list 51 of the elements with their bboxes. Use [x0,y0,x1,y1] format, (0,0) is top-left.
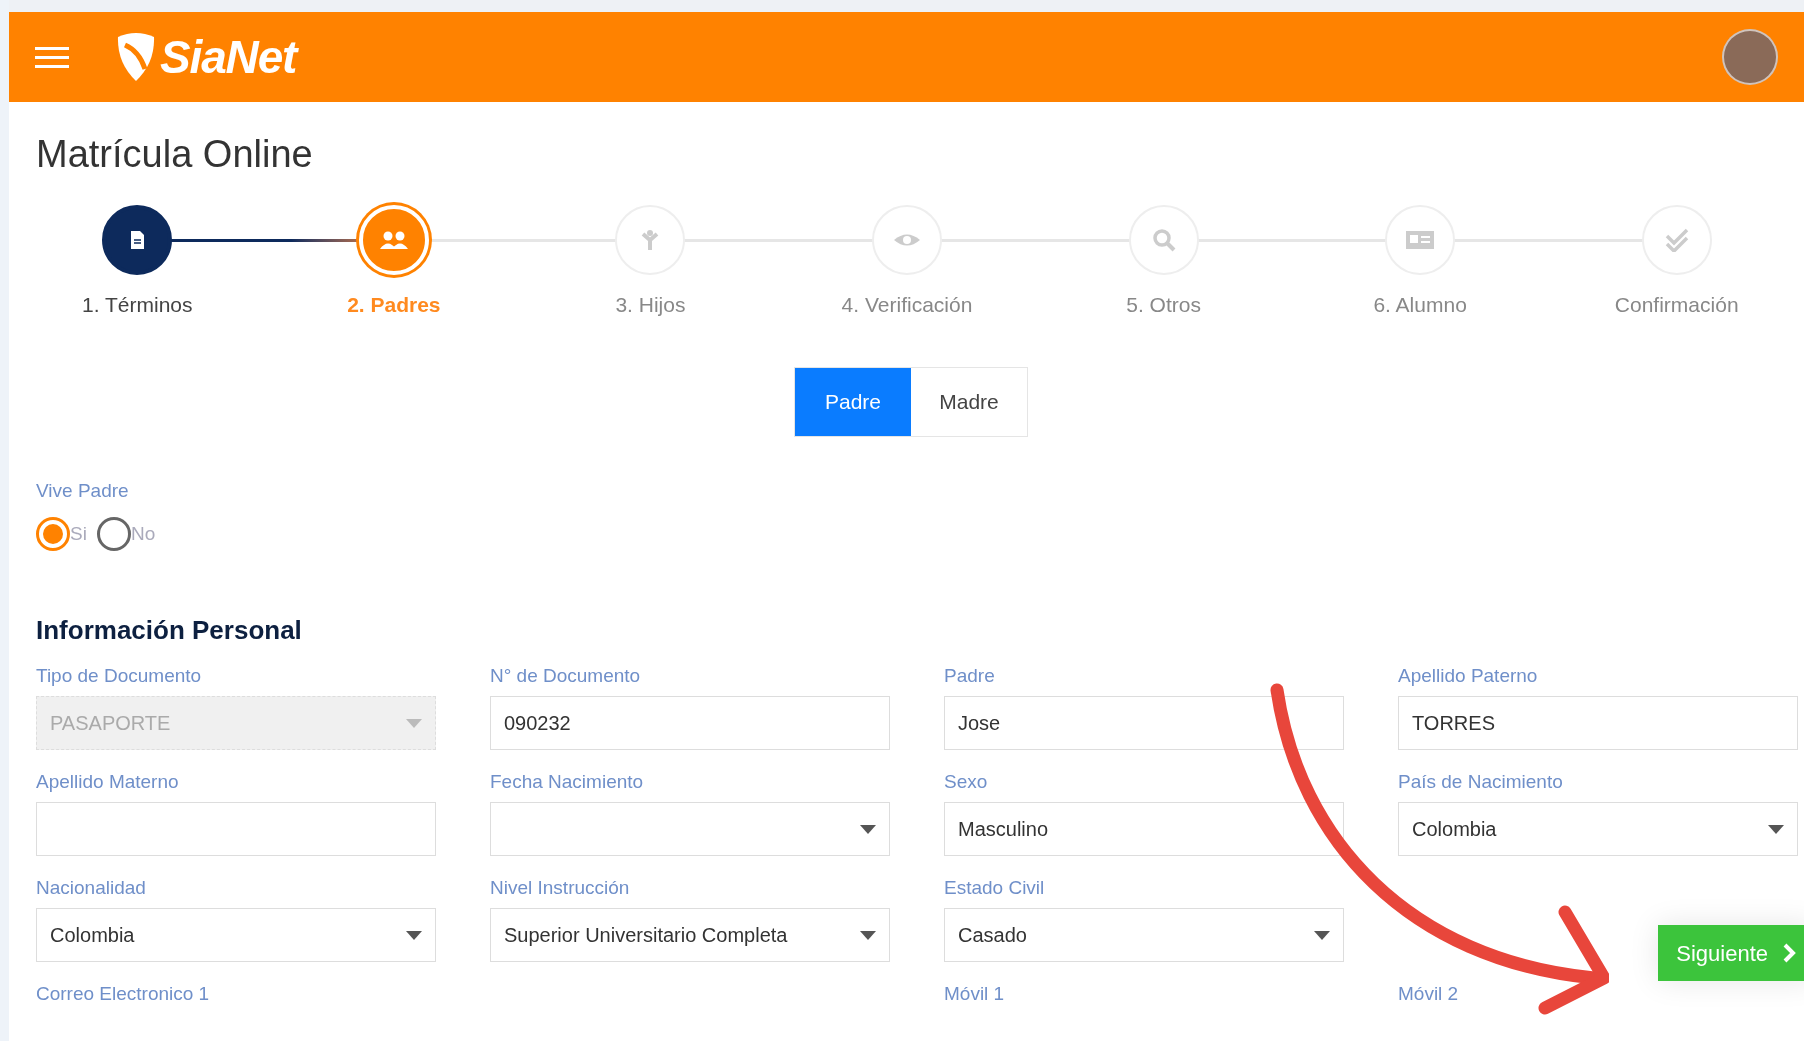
step-label: 5. Otros [1126,292,1201,318]
caret-icon [1768,824,1784,834]
caret-icon [406,718,422,728]
dropdown-field[interactable]: Colombia [1398,802,1798,856]
caret-icon [1314,930,1330,940]
dropdown-field[interactable]: Casado [944,908,1344,962]
field-label: Móvil 2 [1398,982,1460,1006]
input-field[interactable]: 090232 [490,696,890,750]
field-label: Fecha Nacimiento [490,770,645,794]
step-icon [1405,228,1436,252]
section-title: Información Personal [36,614,303,647]
parent-tab[interactable]: Padre [795,367,911,436]
caret-icon [860,930,876,940]
page-title: Matrícula Online [36,132,314,177]
field-label: País de Nacimiento [1398,770,1564,794]
field-label: Móvil 1 [944,982,1006,1006]
step-label: Confirmación [1614,292,1739,318]
step-label: 4. Verificación [841,292,973,318]
field-label: N° de Documento [490,664,642,688]
step-label: 3. Hijos [615,292,686,318]
caret-icon [406,930,422,940]
radio-label: Si [70,521,87,546]
input-field[interactable]: Jose [944,696,1344,750]
dropdown-field[interactable]: Colombia [36,908,436,962]
avatar-photo-placeholder[interactable] [1722,29,1778,85]
input-field[interactable]: Masculino [944,802,1344,856]
field-label: Apellido Paterno [1398,664,1539,688]
field-label: Nivel Instrucción [490,876,631,900]
logo-text: SiaNet [160,29,297,85]
input-field[interactable] [36,802,436,856]
dropdown-field[interactable]: Superior Universitario Completa [490,908,890,962]
field-label: Tipo de Documento [36,664,203,688]
chevron-right-icon [1782,942,1796,964]
field-label: Padre [944,664,996,688]
field-label: Vive Padre [36,478,130,503]
radio-button[interactable] [96,517,131,551]
field-label: Sexo [944,770,989,794]
caret-icon [860,824,876,834]
field-label: Correo Electronico 1 [36,982,211,1006]
radio-button[interactable] [36,517,70,551]
step-label: 6. Alumno [1373,292,1467,318]
input-field[interactable]: TORRES [1398,696,1798,750]
shield-logo-icon [115,31,157,83]
field-label: Nacionalidad [36,876,147,900]
step-label: 2. Padres [347,292,441,318]
step-label: 1. Términos [82,292,193,318]
menu-icon[interactable] [35,45,69,69]
dropdown-field[interactable] [490,802,890,856]
radio-label: No [130,521,156,546]
field-label: Apellido Materno [36,770,180,794]
field-label: Estado Civil [944,876,1046,900]
